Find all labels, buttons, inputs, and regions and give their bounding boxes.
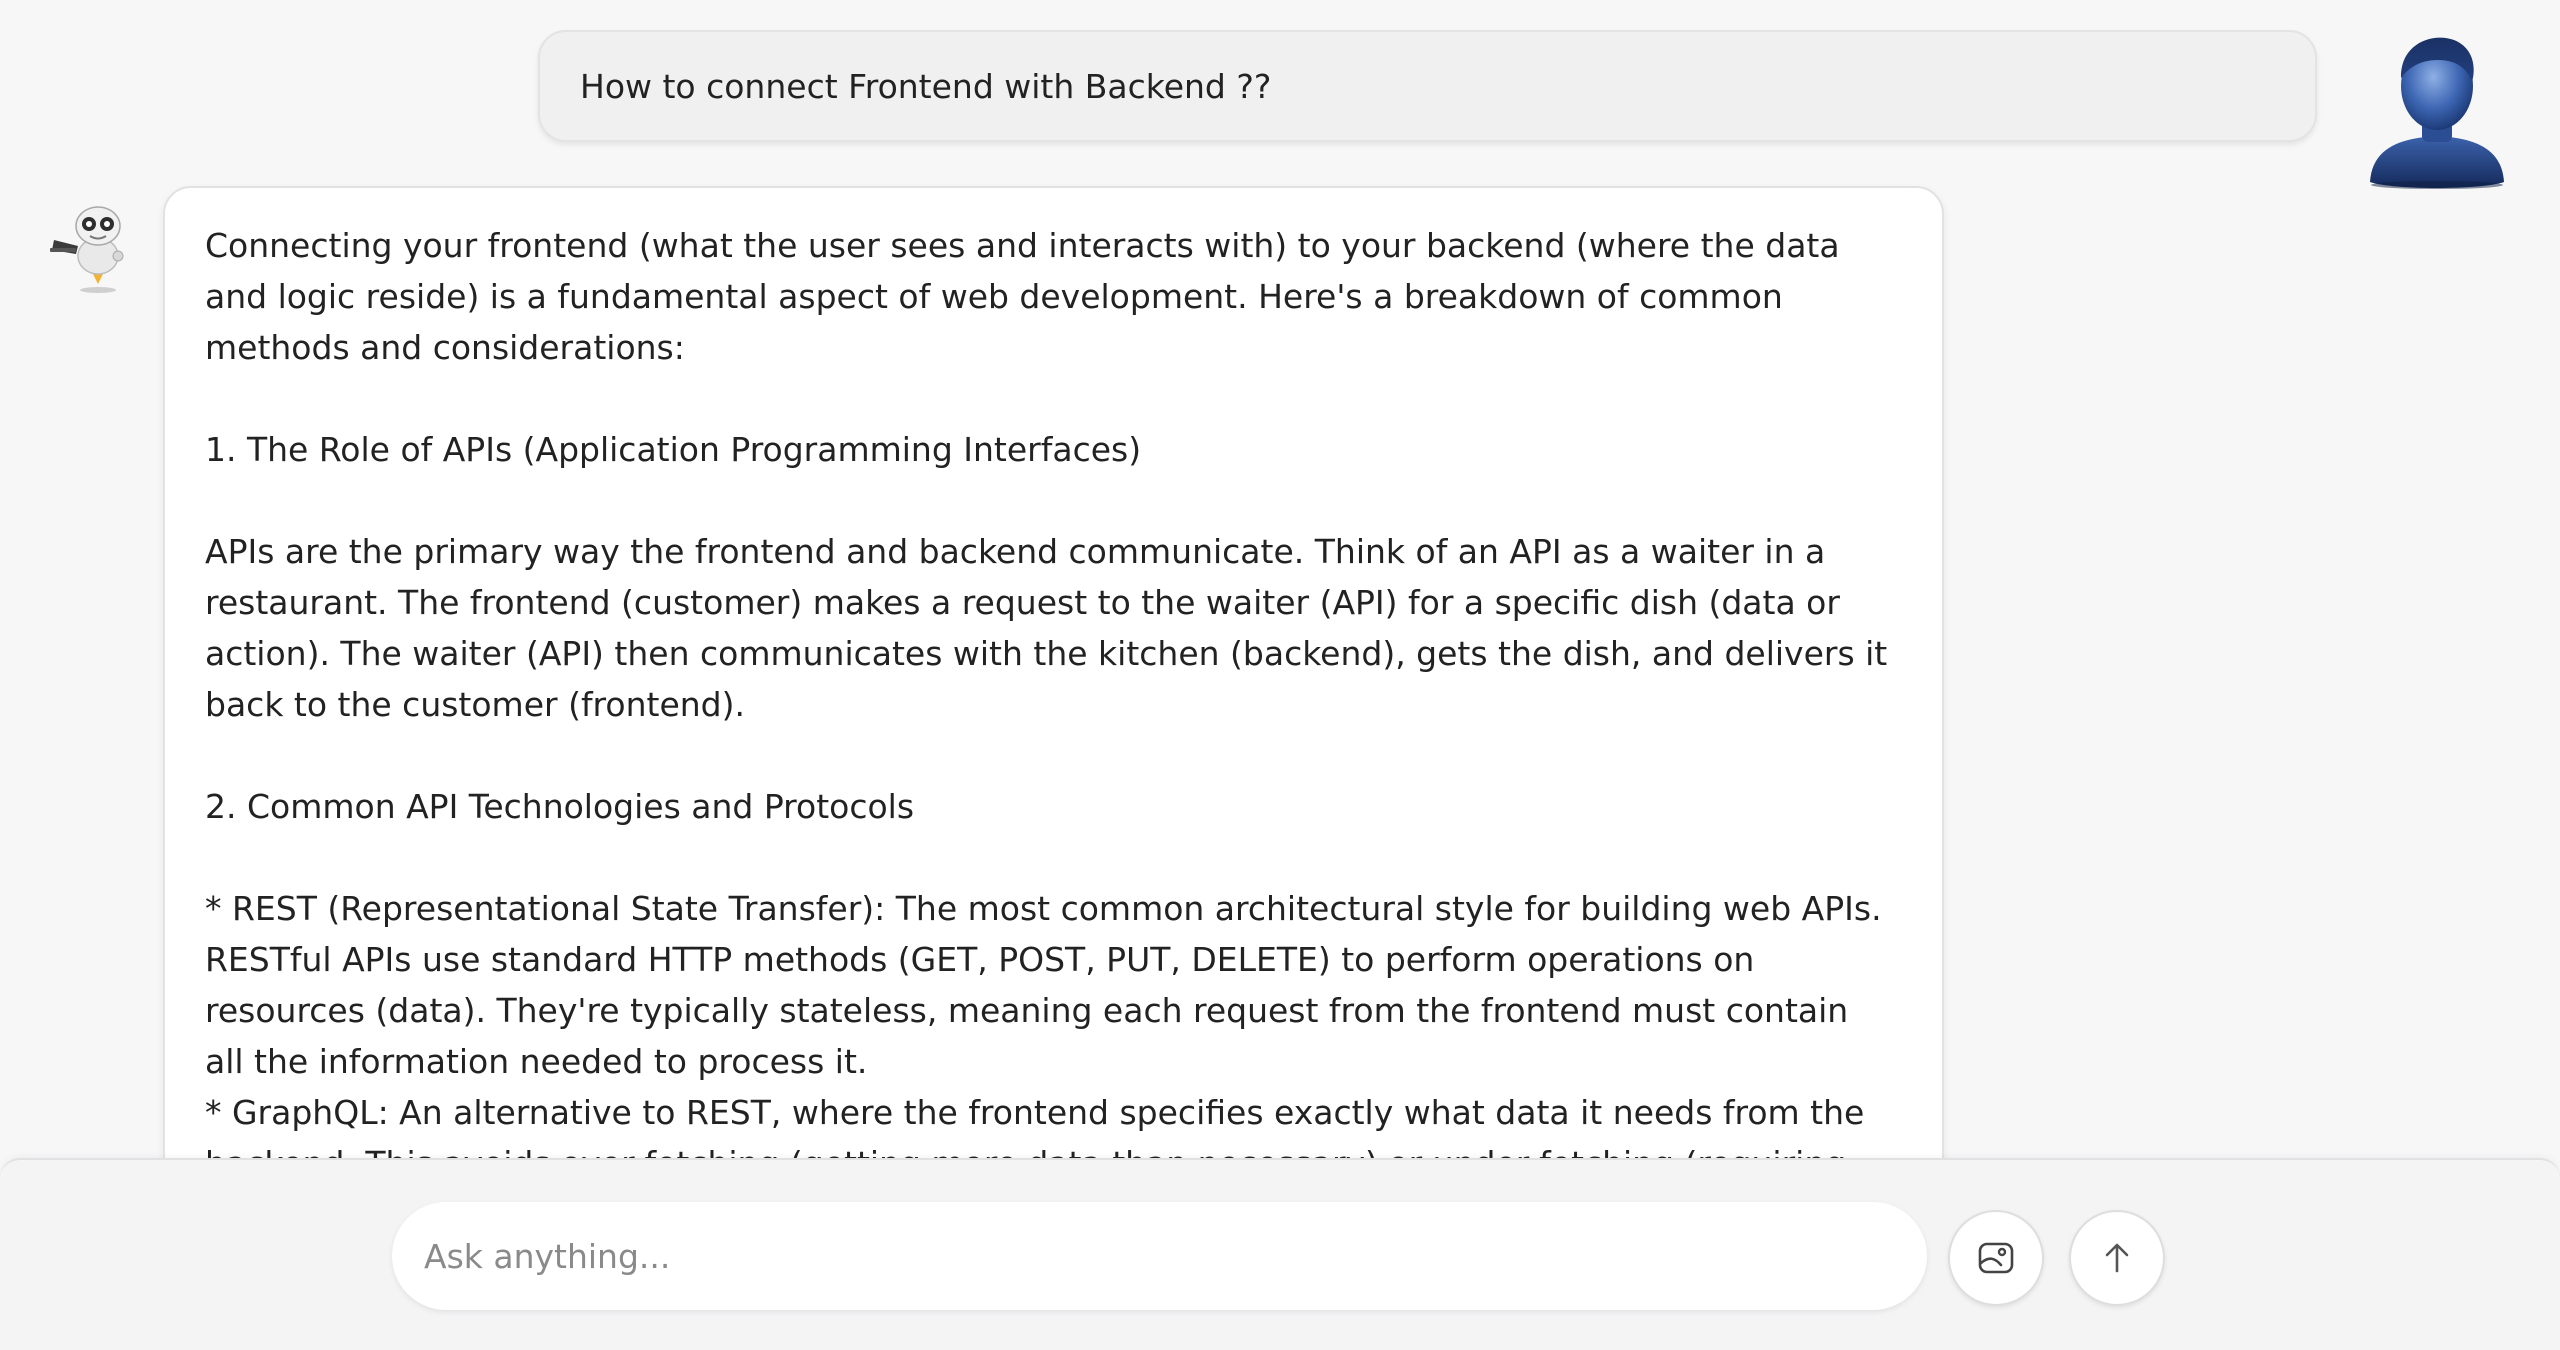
user-message-text: How to connect Frontend with Backend ?? (580, 66, 1272, 106)
assistant-paragraph: Connecting your frontend (what the user … (205, 226, 1840, 367)
assistant-paragraph: APIs are the primary way the frontend an… (205, 532, 1888, 724)
assistant-paragraph: 1. The Role of APIs (Application Program… (205, 430, 1142, 469)
person-avatar-icon (2370, 37, 2504, 189)
message-composer (0, 1158, 2560, 1350)
image-attach-icon (1978, 1242, 2014, 1274)
attach-image-button[interactable] (1948, 1210, 2044, 1306)
assistant-paragraph: * GraphQL: An alternative to REST, where… (205, 1093, 1865, 1160)
chat-app: How to connect Frontend with Backend ?? (0, 0, 2560, 1350)
assistant-paragraph: * REST (Representational State Transfer)… (205, 889, 1882, 1081)
robot-avatar-icon (50, 206, 124, 293)
send-button[interactable] (2069, 1210, 2165, 1306)
arrow-up-icon (2105, 1243, 2129, 1273)
assistant-message-bubble: Connecting your frontend (what the user … (163, 186, 1944, 1160)
user-message-bubble: How to connect Frontend with Backend ?? (538, 30, 2317, 142)
ask-input[interactable] (392, 1202, 1927, 1310)
chat-transcript[interactable]: How to connect Frontend with Backend ?? (0, 0, 2560, 1160)
assistant-paragraph: 2. Common API Technologies and Protocols (205, 787, 915, 826)
